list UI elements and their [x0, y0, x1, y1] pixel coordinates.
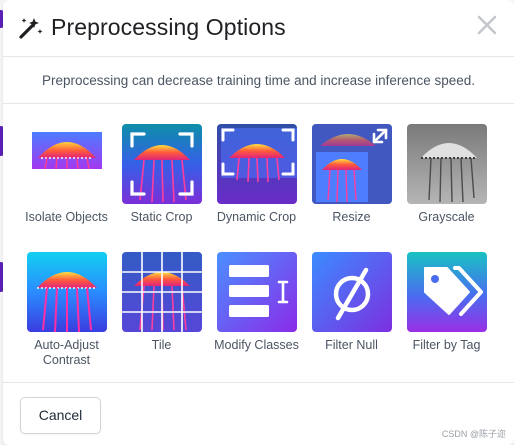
option-label: Tile	[151, 338, 172, 352]
option-auto-adjust-contrast[interactable]: Auto-Adjust Contrast	[19, 252, 114, 368]
description-divider	[3, 103, 514, 104]
preprocessing-dialog: Preprocessing Options Preprocessing can …	[3, 0, 514, 445]
close-icon[interactable]	[474, 12, 500, 38]
expand-arrow-icon	[311, 124, 392, 204]
option-label: Dynamic Crop	[216, 210, 297, 224]
magic-wand-icon	[19, 18, 43, 39]
option-label: Isolate Objects	[25, 210, 108, 224]
option-label: Filter Null	[325, 338, 378, 352]
option-resize[interactable]: Resize	[304, 124, 399, 225]
option-dynamic-crop[interactable]: Dynamic Crop	[209, 124, 304, 225]
option-filter-by-tag[interactable]: Filter by Tag	[399, 252, 494, 353]
option-isolate-objects[interactable]: Isolate Objects	[19, 124, 114, 225]
option-label: Grayscale	[418, 210, 475, 224]
class-list-icon	[216, 252, 297, 332]
dialog-header: Preprocessing Options	[3, 0, 514, 56]
option-filter-null[interactable]: Filter Null	[304, 252, 399, 353]
jellyfish-grayscale-icon	[406, 124, 487, 204]
option-label: Static Crop	[130, 210, 193, 224]
option-modify-classes[interactable]: Modify Classes	[209, 252, 304, 353]
watermark: CSDN @陈子迩	[441, 429, 506, 439]
option-tile[interactable]: Tile	[114, 252, 209, 353]
dialog-description: Preprocessing can decrease training time…	[41, 73, 475, 88]
header-divider	[3, 56, 514, 57]
option-label: Filter by Tag	[412, 338, 481, 352]
grid-icon	[121, 252, 202, 332]
null-set-icon	[311, 252, 392, 332]
jellyfish-contrast-icon	[26, 252, 107, 332]
footer-divider	[3, 382, 514, 383]
crop-corners-icon	[121, 124, 202, 204]
dialog-title: Preprocessing Options	[51, 14, 286, 40]
option-label: Auto-Adjust Contrast	[34, 338, 99, 367]
crop-corners-icon	[216, 124, 297, 204]
tags-icon	[406, 252, 487, 332]
option-label: Resize	[332, 210, 371, 224]
cancel-button[interactable]: Cancel	[20, 397, 101, 434]
option-grayscale[interactable]: Grayscale	[399, 124, 494, 225]
option-label: Modify Classes	[214, 338, 299, 352]
option-static-crop[interactable]: Static Crop	[114, 124, 209, 225]
jellyfish-image-icon	[26, 124, 107, 204]
